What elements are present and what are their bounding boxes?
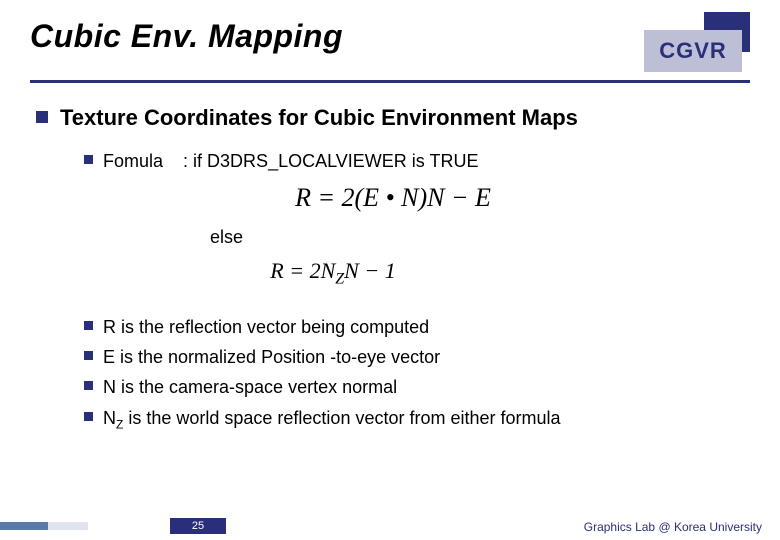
square-bullet-icon: [84, 381, 93, 390]
def-nz: NZ is the world space reflection vector …: [103, 406, 561, 433]
formula-true: R = 2(E • N)N − E: [295, 183, 491, 213]
list-item: NZ is the world space reflection vector …: [84, 406, 750, 433]
formula-true-block: R = 2(E • N)N − E: [36, 183, 750, 213]
formula-false-prefix: R = 2N: [270, 258, 335, 283]
badge-wrap: CGVR: [640, 12, 750, 72]
formula-false: R = 2NZN − 1: [270, 258, 395, 288]
formula-line: Fomula : if D3DRS_LOCALVIEWER is TRUE: [103, 149, 478, 173]
square-bullet-icon: [84, 155, 93, 164]
content-heading: Texture Coordinates for Cubic Environmen…: [60, 105, 578, 131]
definitions-list: R is the reflection vector being compute…: [36, 315, 750, 433]
square-bullet-icon: [36, 111, 48, 123]
def-text: E is the normalized Position -to-eye vec…: [103, 345, 440, 369]
title-divider: [30, 80, 750, 83]
slide-title: Cubic Env. Mapping: [30, 18, 343, 55]
footer-credit: Graphics Lab @ Korea University: [584, 520, 762, 534]
content-area: Texture Coordinates for Cubic Environmen…: [30, 105, 750, 432]
footer: 25 Graphics Lab @ Korea University: [0, 512, 780, 540]
square-bullet-icon: [84, 321, 93, 330]
page-number: 25: [170, 518, 226, 534]
formula-false-suffix: N − 1: [344, 258, 396, 283]
formula-label: Fomula: [103, 151, 163, 171]
badge-front-box: CGVR: [644, 30, 742, 72]
formula-false-block: R = 2NZN − 1: [36, 258, 750, 288]
square-bullet-icon: [84, 412, 93, 421]
list-item: N is the camera-space vertex normal: [84, 375, 750, 399]
def-text: N is the camera-space vertex normal: [103, 375, 397, 399]
def-nz-rest: is the world space reflection vector fro…: [123, 408, 560, 428]
bullet-level1: Texture Coordinates for Cubic Environmen…: [36, 105, 750, 131]
list-item: E is the normalized Position -to-eye vec…: [84, 345, 750, 369]
title-row: Cubic Env. Mapping CGVR: [30, 18, 750, 72]
def-nz-prefix: N: [103, 408, 116, 428]
footer-accent-bar: [0, 522, 48, 530]
formula-condition: : if D3DRS_LOCALVIEWER is TRUE: [183, 151, 478, 171]
def-text: R is the reflection vector being compute…: [103, 315, 429, 339]
formula-false-sub: Z: [335, 271, 344, 288]
badge-text: CGVR: [659, 38, 727, 64]
list-item: R is the reflection vector being compute…: [84, 315, 750, 339]
bullet-formula: Fomula : if D3DRS_LOCALVIEWER is TRUE: [84, 149, 750, 173]
square-bullet-icon: [84, 351, 93, 360]
footer-accent-bar-light: [48, 522, 88, 530]
else-label: else: [210, 227, 750, 248]
slide-container: Cubic Env. Mapping CGVR Texture Coordina…: [0, 0, 780, 540]
